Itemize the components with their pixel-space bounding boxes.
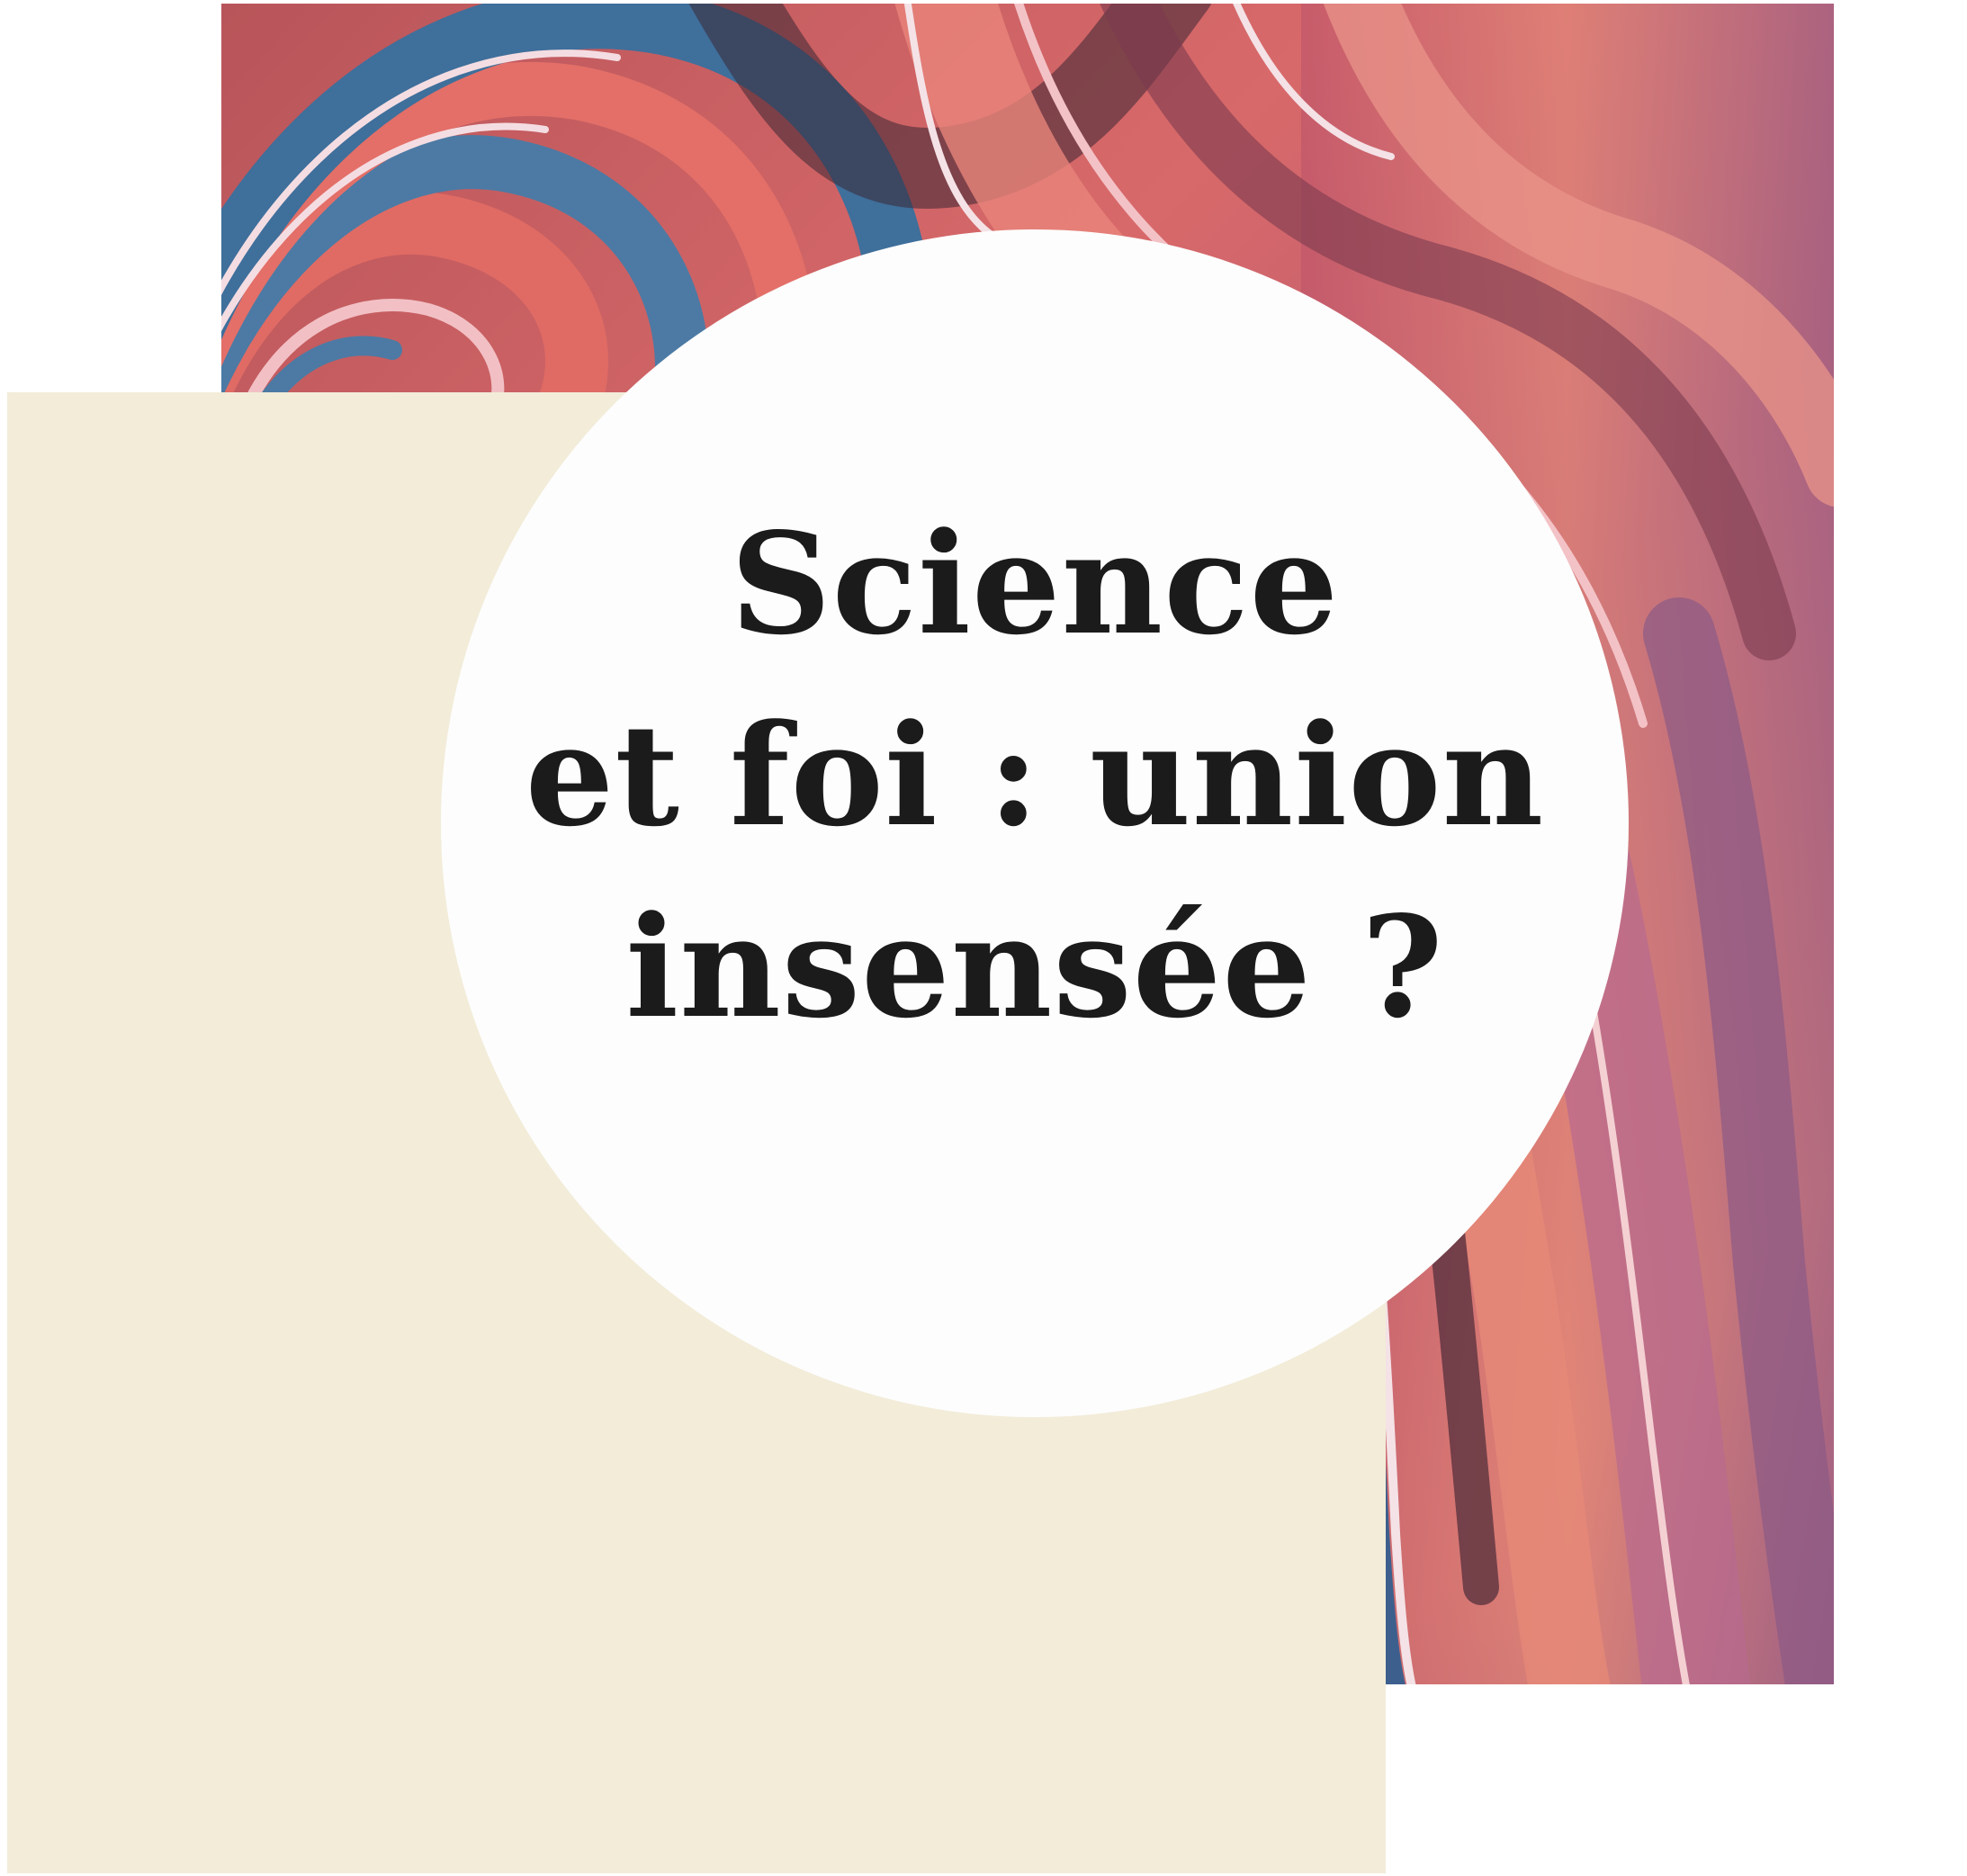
title-line-3: insensée ? <box>625 884 1444 1049</box>
cover-graphic: Science et foi : union insensée ? <box>0 0 1967 1876</box>
title: Science et foi : union insensée ? <box>525 488 1545 1063</box>
title-line-1: Science <box>730 500 1340 666</box>
title-line-2: et foi : union <box>525 692 1545 857</box>
title-circle: Science et foi : union insensée ? <box>441 229 1629 1417</box>
